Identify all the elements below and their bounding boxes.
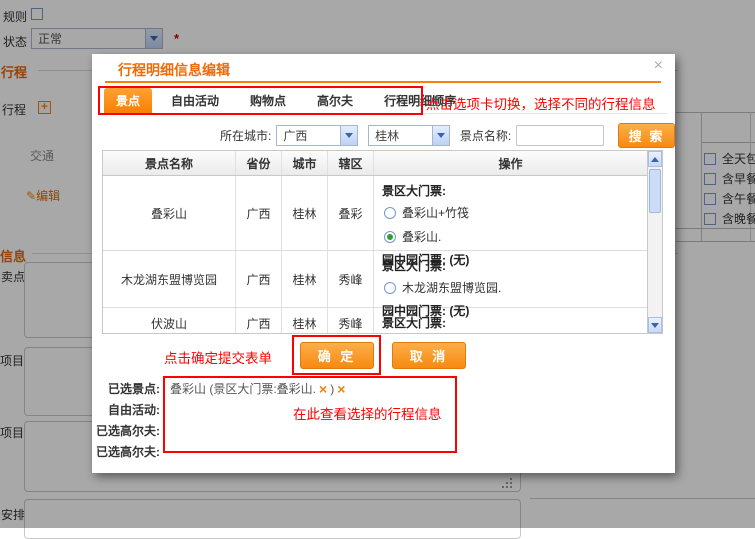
- province-select-value: 广西: [277, 127, 340, 144]
- cell-actions: 景区大门票: 木龙湖东盟博览园. 园中园门票: (无): [374, 251, 647, 307]
- cell-district: 叠彩: [328, 176, 374, 250]
- tab-shopping[interactable]: 购物点: [238, 88, 298, 114]
- cell-province: 广西: [236, 308, 282, 333]
- itinerary-edit-dialog: 行程明细信息编辑 × 景点 自由活动 购物点 高尔夫 行程明细顺序 点击选项卡切…: [92, 54, 675, 473]
- table-header-row: 景点名称 省份 城市 辖区 操作: [103, 151, 647, 176]
- remove-scenic-icon[interactable]: ×: [337, 383, 345, 395]
- col-header-name: 景点名称: [103, 151, 236, 175]
- cell-city: 桂林: [282, 308, 328, 333]
- col-header-city: 城市: [282, 151, 328, 175]
- radio-unchecked-icon[interactable]: [384, 282, 396, 294]
- selected-golf-label-2: 已选高尔夫:: [92, 443, 160, 460]
- cell-actions: 景区大门票: 叠彩山+竹筏 叠彩山. 园中园门票: (无): [374, 176, 647, 250]
- annotation-submit-note: 点击确定提交表单: [164, 347, 272, 367]
- triangle-down-icon: [437, 133, 445, 138]
- cell-district: 秀峰: [328, 308, 374, 333]
- cell-actions: 景区大门票:: [374, 308, 647, 333]
- annotation-tabs-note: 点击选项卡切换，选择不同的行程信息: [426, 93, 656, 113]
- cell-name: 伏波山: [103, 308, 236, 333]
- ticket-option-label: 叠彩山.: [402, 228, 441, 245]
- selected-scenic-text: 叠彩山 (景区大门票:叠彩山.: [170, 380, 316, 397]
- cancel-button[interactable]: 取 消: [392, 342, 466, 369]
- scenic-name-label: 景点名称:: [460, 127, 511, 144]
- dialog-tabbar: 景点 自由活动 购物点 高尔夫 行程明细顺序: [104, 87, 468, 114]
- table-scrollbar[interactable]: [647, 151, 662, 333]
- triangle-down-icon: [345, 133, 353, 138]
- remove-ticket-icon[interactable]: ×: [319, 383, 327, 395]
- annotation-review-note: 在此查看选择的行程信息: [293, 403, 442, 423]
- ticket-option[interactable]: 木龙湖东盟博览园.: [384, 279, 501, 296]
- confirm-button[interactable]: 确 定: [300, 342, 374, 369]
- cell-name: 木龙湖东盟博览园: [103, 251, 236, 307]
- tab-scenic-spot[interactable]: 景点: [104, 88, 152, 114]
- ticket-option[interactable]: 叠彩山.: [384, 228, 441, 245]
- tab-free-activity[interactable]: 自由活动: [159, 88, 231, 114]
- search-toolbar: 所在城市: 广西 桂林 景点名称: 搜 索: [92, 122, 675, 148]
- ticket-option-label: 木龙湖东盟博览园.: [402, 279, 501, 296]
- cell-city: 桂林: [282, 251, 328, 307]
- title-underline: [105, 81, 661, 83]
- free-activity-label: 自由活动:: [92, 401, 160, 418]
- ticket-group-label: 景区大门票:: [382, 257, 446, 274]
- chevron-down-icon[interactable]: [340, 126, 357, 145]
- cell-city: 桂林: [282, 176, 328, 250]
- triangle-up-icon: [651, 157, 659, 162]
- table-row: 叠彩山 广西 桂林 叠彩 景区大门票: 叠彩山+竹筏 叠彩山.: [103, 176, 647, 251]
- close-icon[interactable]: ×: [654, 58, 663, 74]
- scroll-down-icon[interactable]: [648, 317, 662, 333]
- ticket-group-label: 景区大门票:: [382, 314, 446, 331]
- cell-province: 广西: [236, 251, 282, 307]
- selected-scenic-label: 已选景点:: [92, 380, 160, 397]
- table-row: 伏波山 广西 桂林 秀峰 景区大门票:: [103, 308, 647, 333]
- city-select[interactable]: 桂林: [368, 125, 450, 146]
- city-filter-label: 所在城市:: [220, 127, 271, 144]
- triangle-down-icon: [651, 323, 659, 328]
- selected-scenic-value: 叠彩山 (景区大门票:叠彩山. × ) ×: [170, 380, 345, 397]
- selected-scenic-suffix: ): [330, 382, 334, 396]
- scroll-up-icon[interactable]: [648, 151, 662, 167]
- col-header-actions: 操作: [374, 151, 647, 175]
- cell-province: 广西: [236, 176, 282, 250]
- scenic-spot-table: 景点名称 省份 城市 辖区 操作 叠彩山 广西 桂林 叠彩 景区大门票: 叠彩: [102, 150, 663, 334]
- ticket-group-label: 景区大门票:: [382, 182, 446, 199]
- province-select[interactable]: 广西: [276, 125, 358, 146]
- city-select-value: 桂林: [369, 127, 432, 144]
- ticket-option-label: 叠彩山+竹筏: [402, 204, 469, 221]
- tab-golf[interactable]: 高尔夫: [305, 88, 365, 114]
- scenic-name-input[interactable]: [516, 125, 604, 146]
- dialog-title: 行程明细信息编辑: [118, 60, 230, 80]
- scrollbar-thumb[interactable]: [649, 169, 661, 213]
- col-header-province: 省份: [236, 151, 282, 175]
- chevron-down-icon[interactable]: [432, 126, 449, 145]
- table-body: 叠彩山 广西 桂林 叠彩 景区大门票: 叠彩山+竹筏 叠彩山.: [103, 176, 647, 333]
- search-button[interactable]: 搜 索: [618, 123, 675, 148]
- radio-checked-icon[interactable]: [384, 231, 396, 243]
- cell-district: 秀峰: [328, 251, 374, 307]
- cell-name: 叠彩山: [103, 176, 236, 250]
- selected-golf-label-1: 已选高尔夫:: [92, 422, 160, 439]
- radio-unchecked-icon[interactable]: [384, 207, 396, 219]
- col-header-district: 辖区: [328, 151, 374, 175]
- ticket-option[interactable]: 叠彩山+竹筏: [384, 204, 469, 221]
- table-content: 景点名称 省份 城市 辖区 操作 叠彩山 广西 桂林 叠彩 景区大门票: 叠彩: [103, 151, 647, 333]
- table-row: 木龙湖东盟博览园 广西 桂林 秀峰 景区大门票: 木龙湖东盟博览园. 园中园门票…: [103, 251, 647, 308]
